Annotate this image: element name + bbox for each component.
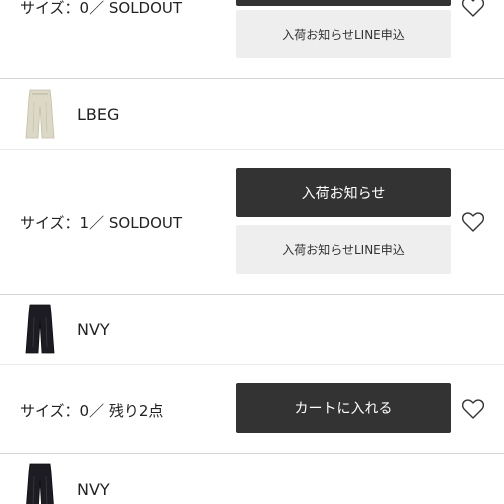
color-label: LBEG [77, 105, 120, 124]
variant-row-size1-soldout: サイズ：1／ SOLDOUT 入荷お知らせ 入荷お知らせLINE申込 [0, 150, 504, 294]
color-header-nvy: NVY [0, 295, 504, 364]
navy-pants-thumbnail [25, 304, 55, 354]
color-header-nvy-2: NVY [0, 454, 504, 504]
heart-icon[interactable] [461, 0, 485, 18]
heart-icon[interactable] [461, 211, 485, 233]
size-stock-text: サイズ：0／ 残り2点 [20, 402, 164, 420]
restock-notify-button[interactable] [236, 0, 451, 6]
heart-icon[interactable] [461, 398, 485, 420]
variant-row-size0-in-stock: サイズ：0／ 残り2点 カートに入れる [0, 365, 504, 453]
add-to-cart-button[interactable]: カートに入れる [236, 383, 451, 433]
beige-pants-thumbnail [25, 89, 55, 139]
size-stock-text: サイズ：1／ SOLDOUT [20, 214, 183, 232]
color-header-lbeg: LBEG [0, 79, 504, 149]
restock-notify-button[interactable]: 入荷お知らせ [236, 168, 451, 217]
line-restock-button[interactable]: 入荷お知らせLINE申込 [236, 225, 451, 274]
color-label: NVY [77, 480, 110, 499]
variant-row-size0-soldout: サイズ：0／ SOLDOUT 入荷お知らせLINE申込 [0, 0, 504, 78]
line-restock-button[interactable]: 入荷お知らせLINE申込 [236, 10, 451, 58]
color-label: NVY [77, 320, 110, 339]
navy-pants-thumbnail [26, 463, 54, 504]
size-stock-text: サイズ：0／ SOLDOUT [20, 0, 183, 17]
